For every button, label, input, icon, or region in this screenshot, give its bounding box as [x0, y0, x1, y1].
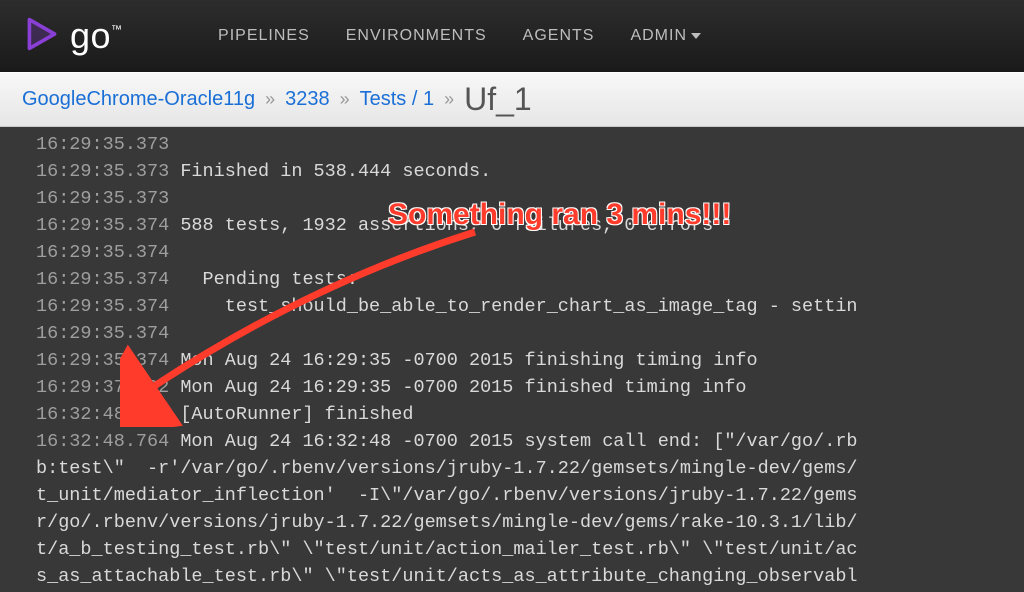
crumb-stage[interactable]: Tests / 1 [360, 88, 434, 111]
console-line: 16:29:35.373 [36, 131, 1024, 158]
console-line: 16:29:37.592 Mon Aug 24 16:29:35 -0700 2… [36, 374, 1024, 401]
console-line: 16:29:35.374 588 tests, 1932 assertions,… [36, 212, 1024, 239]
console-timestamp: 16:29:35.374 [36, 269, 180, 290]
top-nav: go™ PIPELINES ENVIRONMENTS AGENTS ADMIN [0, 0, 1024, 72]
crumb-sep-icon: » [340, 89, 350, 110]
logo[interactable]: go™ [24, 16, 122, 57]
console-line: 16:29:35.373 [36, 185, 1024, 212]
console-timestamp: 16:29:35.374 [36, 323, 180, 344]
crumb-sep-icon: » [265, 89, 275, 110]
console-line: b:test\" -r'/var/go/.rbenv/versions/jrub… [36, 455, 1024, 482]
crumb-sep-icon: » [444, 89, 454, 110]
console-line: 16:29:35.374 [36, 320, 1024, 347]
caret-down-icon [691, 33, 701, 39]
console-timestamp: 16:29:35.373 [36, 161, 180, 182]
crumb-counter[interactable]: 3238 [285, 88, 330, 111]
nav-admin[interactable]: ADMIN [630, 27, 701, 45]
crumb-job: Uf_1 [464, 81, 532, 118]
console-line: 16:29:35.374 Mon Aug 24 16:29:35 -0700 2… [36, 347, 1024, 374]
console-line: s_as_attachable_test.rb\" \"test/unit/ac… [36, 563, 1024, 590]
console-line: 16:29:35.373 Finished in 538.444 seconds… [36, 158, 1024, 185]
logo-text: go [70, 15, 111, 56]
console-timestamp: 16:29:35.374 [36, 296, 180, 317]
console-timestamp: 16:29:35.373 [36, 188, 180, 209]
console-timestamp: 16:32:48.725 [36, 404, 180, 425]
logo-icon [24, 16, 60, 57]
console-line: r/go/.rbenv/versions/jruby-1.7.22/gemset… [36, 509, 1024, 536]
console-timestamp: 16:29:37.592 [36, 377, 180, 398]
console-timestamp: 16:29:35.374 [36, 350, 180, 371]
console-line: 16:32:48.764 Mon Aug 24 16:32:48 -0700 2… [36, 428, 1024, 455]
console-line: 16:29:35.374 Pending tests: [36, 266, 1024, 293]
console-line: t/a_b_testing_test.rb\" \"test/unit/acti… [36, 536, 1024, 563]
crumb-pipeline[interactable]: GoogleChrome-Oracle11g [22, 88, 255, 111]
console-timestamp: 16:29:35.374 [36, 242, 180, 263]
console-line: t_unit/mediator_inflection' -I\"/var/go/… [36, 482, 1024, 509]
console-line: 16:29:35.374 test_should_be_able_to_rend… [36, 293, 1024, 320]
console-timestamp: 16:29:35.374 [36, 215, 180, 236]
console-line: 16:29:35.374 [36, 239, 1024, 266]
console-timestamp: 16:29:35.373 [36, 134, 180, 155]
nav-agents[interactable]: AGENTS [523, 27, 595, 45]
console-timestamp: 16:32:48.764 [36, 431, 180, 452]
console-line: 16:32:48.725 [AutoRunner] finished [36, 401, 1024, 428]
nav-admin-label: ADMIN [630, 27, 687, 45]
nav-environments[interactable]: ENVIRONMENTS [346, 27, 487, 45]
console-output: 16:29:35.373 16:29:35.373 Finished in 53… [0, 127, 1024, 592]
nav-pipelines[interactable]: PIPELINES [218, 27, 310, 45]
breadcrumb: GoogleChrome-Oracle11g » 3238 » Tests / … [0, 72, 1024, 127]
logo-tm: ™ [111, 24, 122, 36]
